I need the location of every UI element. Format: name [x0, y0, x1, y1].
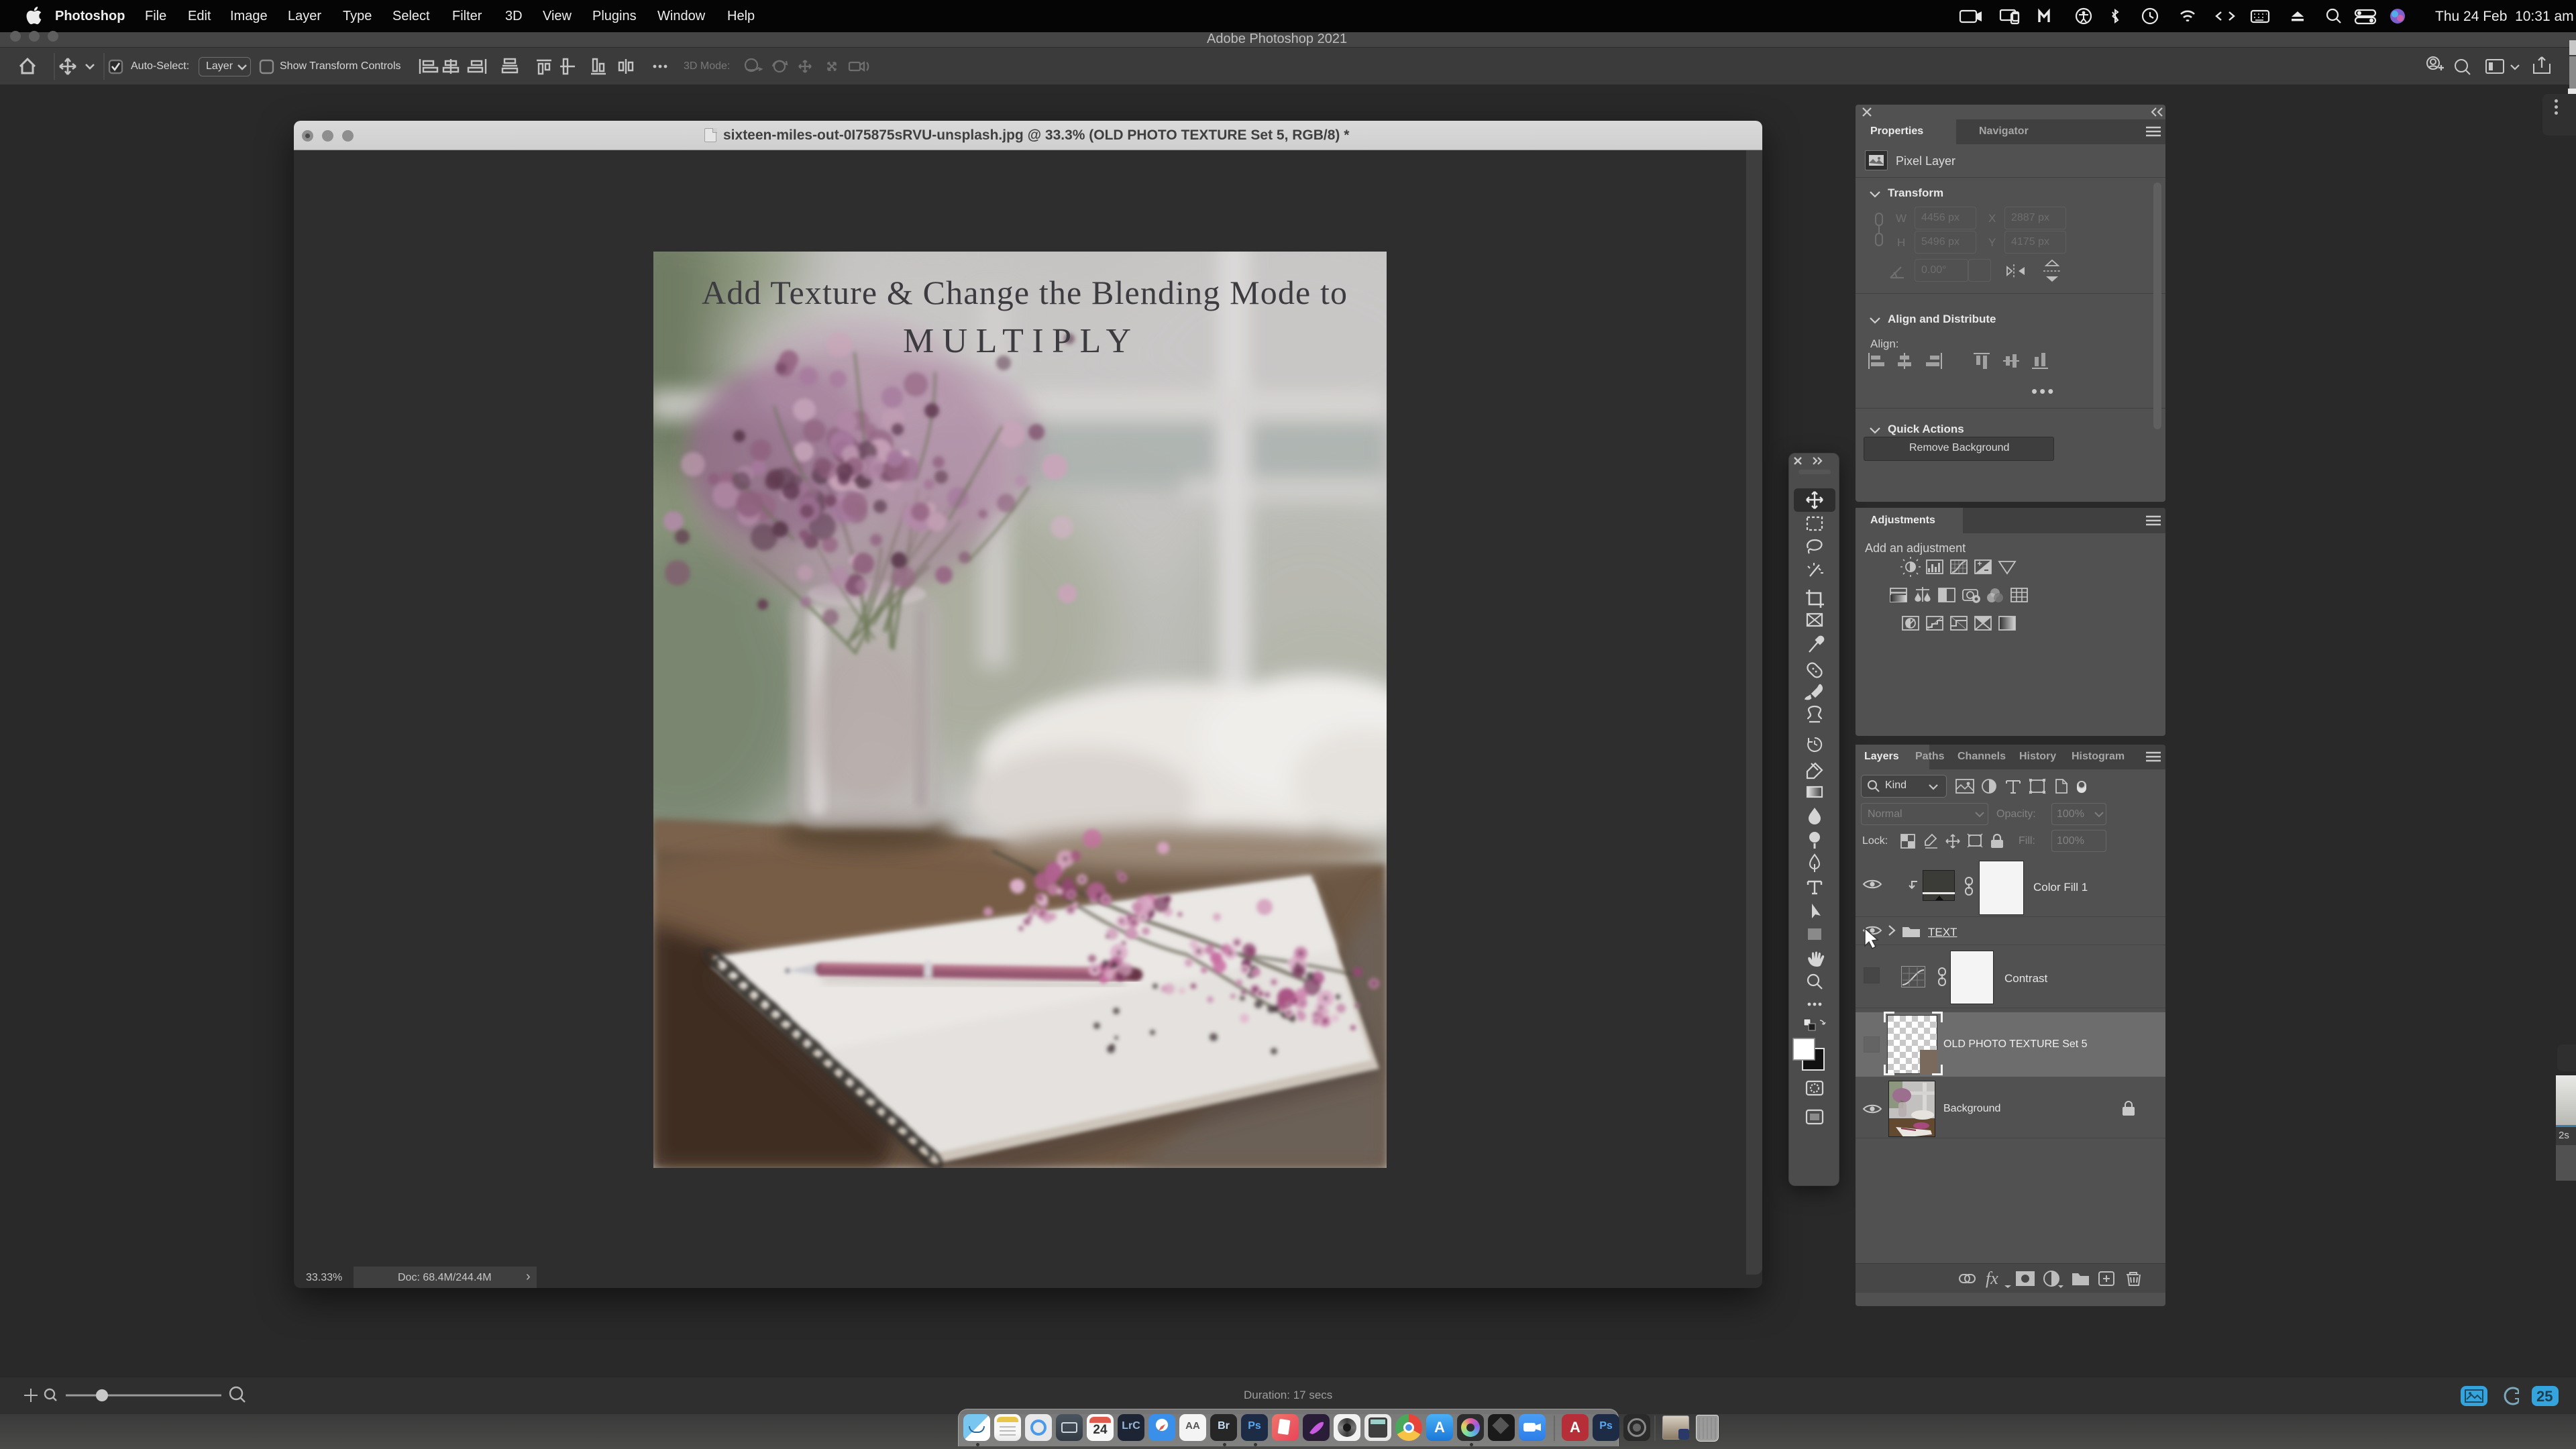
svg-text:Add Texture & Change the Blend: Add Texture & Change the Blending Mode t… [702, 274, 1347, 311]
svg-text:MULTIPLY: MULTIPLY [903, 322, 1140, 360]
svg-text:fx: fx [1986, 1269, 1998, 1288]
